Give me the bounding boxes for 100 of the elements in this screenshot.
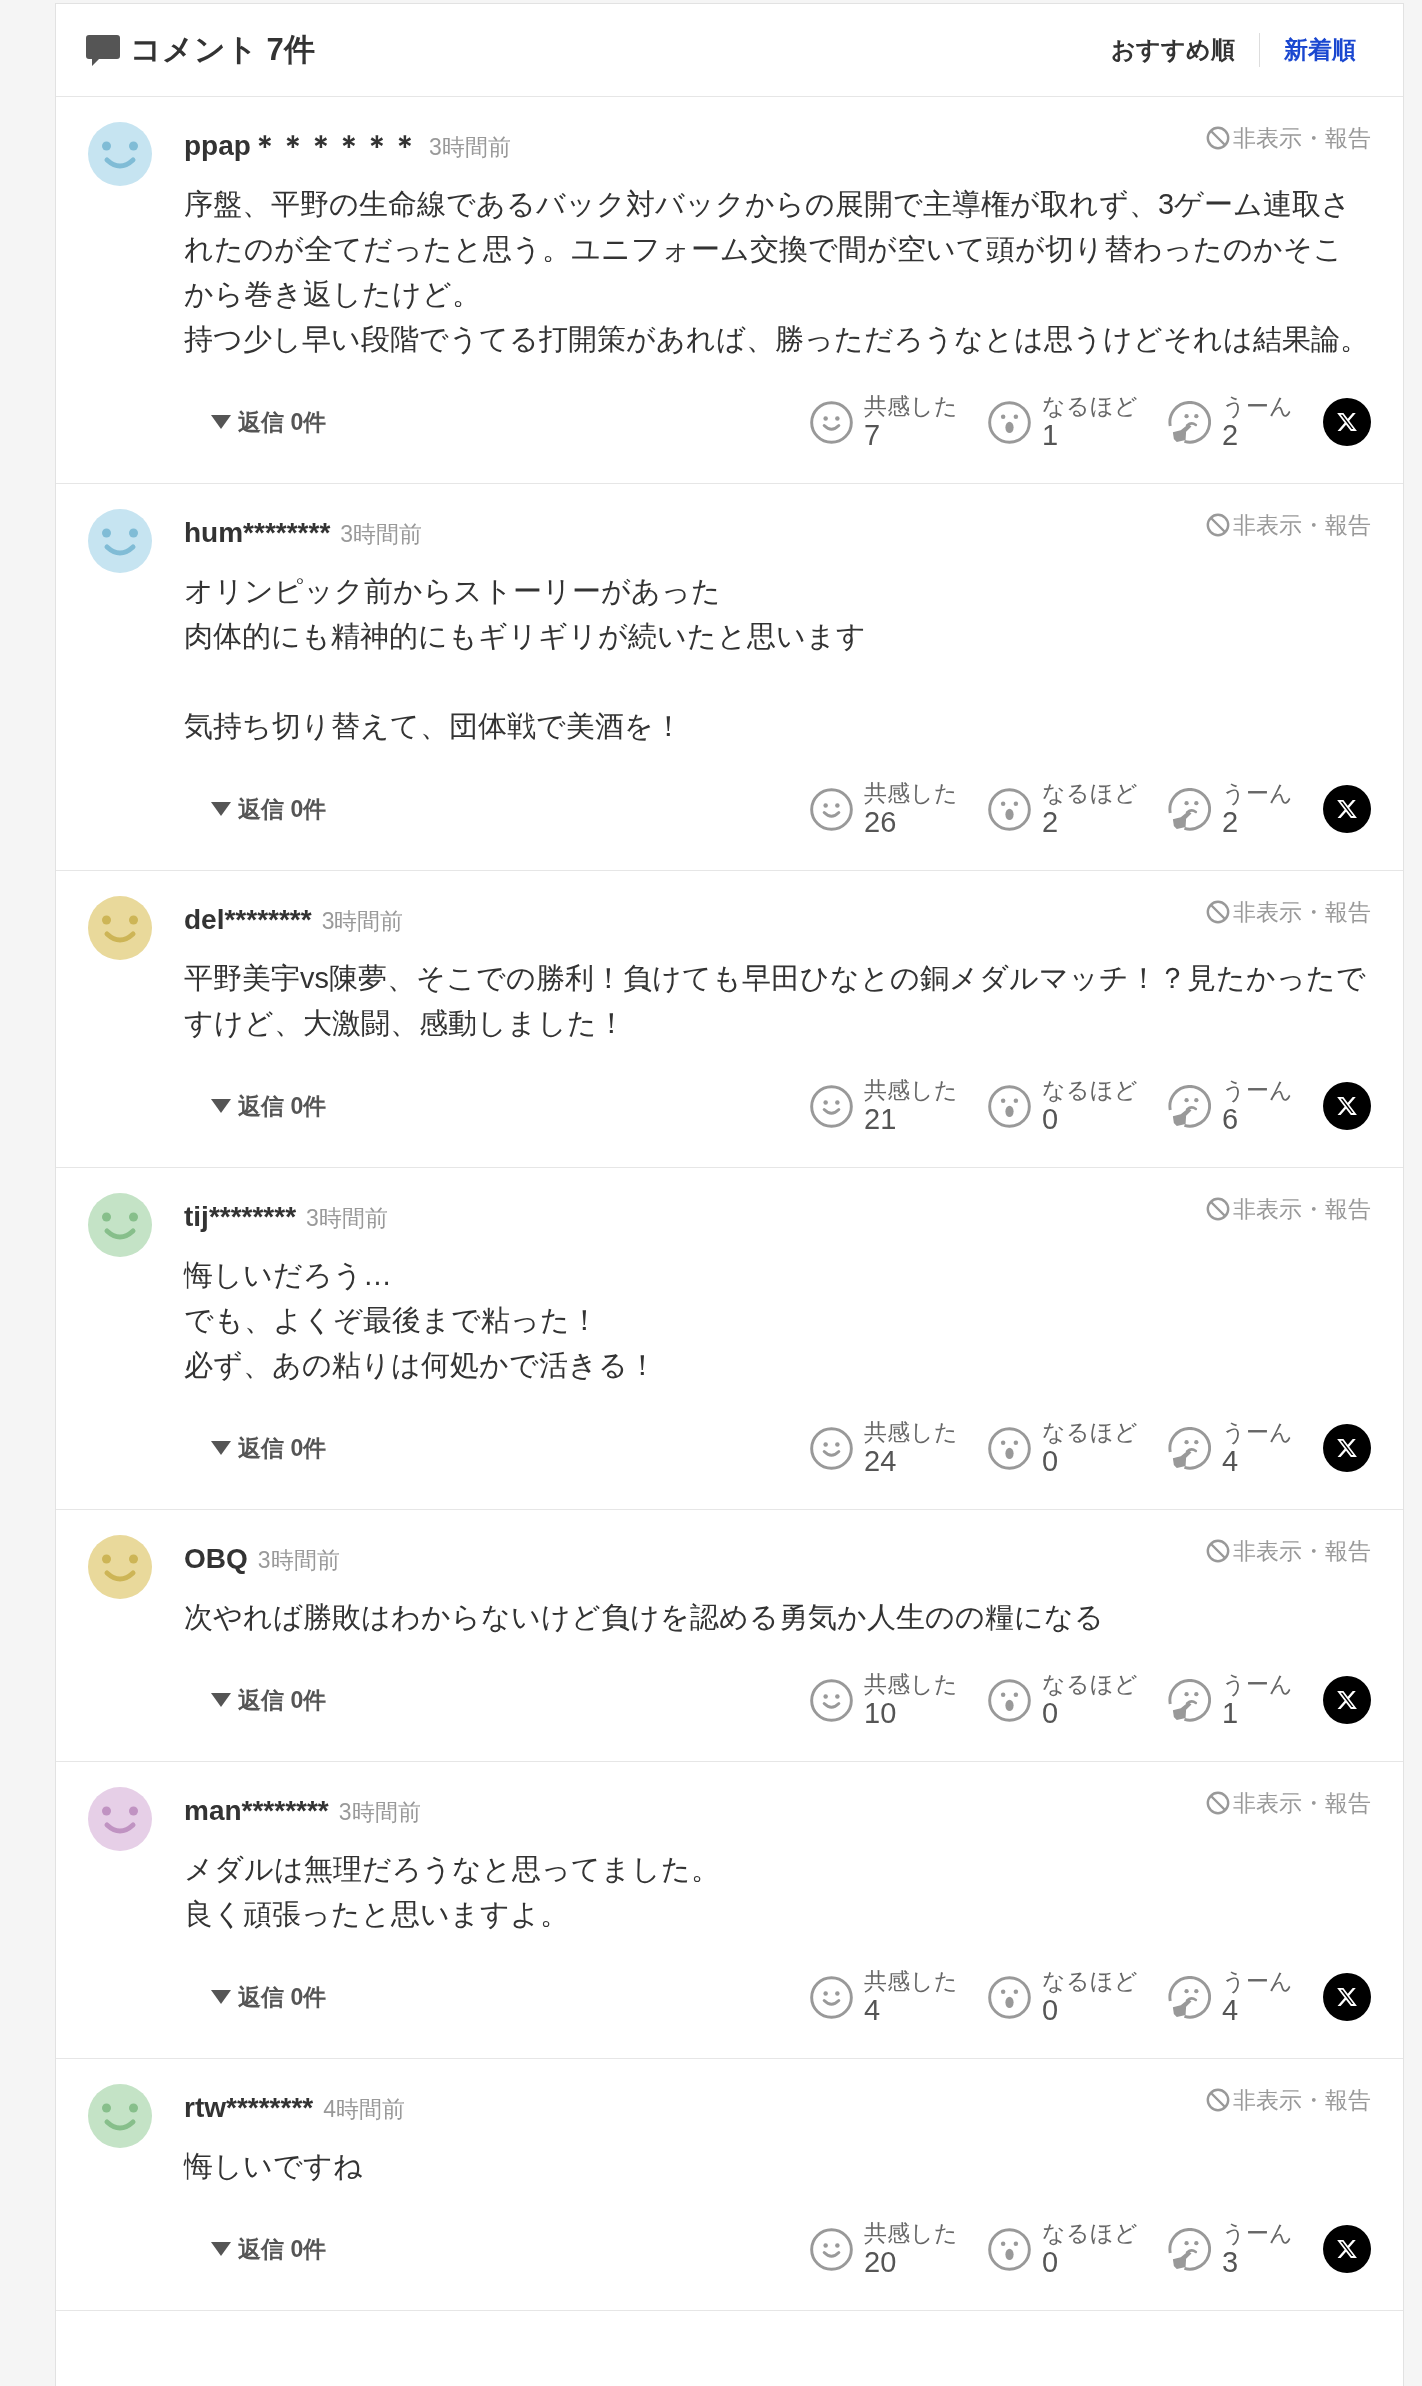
reaction-button[interactable]: うーん 2 — [1168, 393, 1293, 451]
surprised-face-icon — [988, 1426, 1031, 1470]
reaction-button[interactable]: 共感した 24 — [810, 1419, 958, 1477]
sort-tab[interactable]: おすすめ順 — [1087, 32, 1259, 68]
thinking-face-icon — [1168, 2227, 1211, 2271]
thinking-face-icon — [1168, 1678, 1211, 1722]
reaction-button[interactable]: うーん 2 — [1168, 780, 1293, 838]
share-button[interactable] — [1323, 785, 1371, 833]
replies-toggle[interactable]: 返信 0件 — [211, 2231, 327, 2267]
prohibited-icon — [1206, 513, 1230, 537]
smiling-face-icon — [810, 1678, 853, 1722]
prohibited-icon — [1206, 1197, 1230, 1221]
reaction-button[interactable]: うーん 6 — [1168, 1077, 1293, 1135]
surprised-face-icon — [988, 1084, 1031, 1128]
thinking-face-icon — [1168, 1084, 1211, 1128]
replies-toggle[interactable]: 返信 0件 — [211, 791, 327, 827]
username: del******** — [184, 906, 312, 934]
timestamp: 4時間前 — [323, 2098, 405, 2121]
comment-text: オリンピック前からストーリーがあった — [184, 574, 722, 609]
thinking-face-icon — [1168, 1975, 1211, 2019]
smiling-face-icon — [810, 1084, 853, 1128]
comment-text: 悔しいだろう… — [184, 1258, 393, 1293]
x-logo-icon — [1336, 2238, 1358, 2260]
x-logo-icon — [1336, 1689, 1358, 1711]
caret-down-icon — [211, 1099, 231, 1113]
username: hum******** — [184, 519, 331, 547]
comment-text: 次やれば勝敗はわからないけど負けを認める勇気か人生のの糧になる — [184, 1600, 1105, 1635]
reaction-button[interactable]: 共感した 4 — [810, 1968, 958, 2026]
surprised-face-icon — [988, 2227, 1031, 2271]
username: ppap＊＊＊＊＊＊ — [184, 132, 419, 160]
share-button[interactable] — [1323, 2225, 1371, 2273]
share-button[interactable] — [1323, 1973, 1371, 2021]
share-button[interactable] — [1323, 1676, 1371, 1724]
surprised-face-icon — [988, 400, 1031, 444]
surprised-face-icon — [988, 787, 1031, 831]
caret-down-icon — [211, 415, 231, 429]
reaction-button[interactable]: 共感した 10 — [810, 1671, 958, 1729]
caret-down-icon — [211, 2242, 231, 2256]
comment-text: でも、よくぞ最後まで粘った！ — [184, 1303, 600, 1338]
x-logo-icon — [1336, 798, 1358, 820]
share-button[interactable] — [1323, 1424, 1371, 1472]
timestamp: 3時間前 — [321, 910, 404, 933]
timestamp: 3時間前 — [257, 1549, 340, 1572]
smiling-face-icon — [810, 2227, 853, 2271]
comment-text: 持つ少し早い段階でうてる打開策があれば、勝っただろうなとは思うけどそれは結果論。 — [184, 322, 1370, 357]
replies-toggle[interactable]: 返信 0件 — [211, 404, 327, 440]
x-logo-icon — [1336, 411, 1358, 433]
username: OBQ — [184, 1545, 248, 1573]
reaction-button[interactable]: 共感した 21 — [810, 1077, 958, 1135]
reaction-button[interactable]: なるほど 0 — [988, 1419, 1138, 1477]
reaction-button[interactable]: 共感した 7 — [810, 393, 958, 451]
comment-text: 悔しいですね — [184, 2149, 364, 2184]
reaction-button[interactable]: なるほど 0 — [988, 1077, 1138, 1135]
reaction-button[interactable]: なるほど 0 — [988, 1968, 1138, 2026]
comment-text: 肉体的にも精神的にもギリギリが続いたと思います — [184, 619, 867, 654]
comment-text: 平野美宇vs陳夢、そこでの勝利！負けても早田ひなとの銅メダルマッチ！？見たかったですけど、大激闘、感動しました！ — [184, 961, 1367, 1041]
username: rtw******** — [184, 2094, 314, 2122]
x-logo-icon — [1336, 1986, 1358, 2008]
caret-down-icon — [211, 802, 231, 816]
caret-down-icon — [211, 1990, 231, 2004]
username: man******** — [184, 1797, 329, 1825]
timestamp: 3時間前 — [428, 136, 511, 159]
thinking-face-icon — [1168, 1426, 1211, 1470]
reaction-button[interactable]: 共感した 20 — [810, 2220, 958, 2278]
replies-toggle[interactable]: 返信 0件 — [211, 1682, 327, 1718]
share-button[interactable] — [1323, 1082, 1371, 1130]
reaction-button[interactable]: なるほど 0 — [988, 1671, 1138, 1729]
smiling-face-icon — [810, 400, 853, 444]
x-logo-icon — [1336, 1095, 1358, 1117]
comment-text: メダルは無理だろうなと思ってました。 — [184, 1852, 721, 1887]
replies-toggle[interactable]: 返信 0件 — [211, 1088, 327, 1124]
thinking-face-icon — [1168, 787, 1211, 831]
prohibited-icon — [1206, 900, 1230, 924]
smiling-face-icon — [810, 787, 853, 831]
reaction-button[interactable]: 共感した 26 — [810, 780, 958, 838]
reaction-button[interactable]: うーん 1 — [1168, 1671, 1293, 1729]
replies-toggle[interactable]: 返信 0件 — [211, 1979, 327, 2015]
surprised-face-icon — [988, 1975, 1031, 2019]
surprised-face-icon — [988, 1678, 1031, 1722]
reaction-button[interactable]: なるほど 1 — [988, 393, 1138, 451]
comment-text: 良く頑張ったと思いますよ。 — [184, 1897, 570, 1932]
share-button[interactable] — [1323, 398, 1371, 446]
reaction-button[interactable]: なるほど 2 — [988, 780, 1138, 838]
prohibited-icon — [1206, 2088, 1230, 2112]
thinking-face-icon — [1168, 400, 1211, 444]
replies-toggle[interactable]: 返信 0件 — [211, 1430, 327, 1466]
comment-text: 必ず、あの粘りは何処かで活きる！ — [184, 1348, 658, 1383]
reaction-button[interactable]: なるほど 0 — [988, 2220, 1138, 2278]
prohibited-icon — [1206, 1791, 1230, 1815]
reaction-button[interactable]: うーん 4 — [1168, 1419, 1293, 1477]
x-logo-icon — [1336, 1437, 1358, 1459]
reaction-button[interactable]: うーん 3 — [1168, 2220, 1293, 2278]
comment-text: 気持ち切り替えて、団体戦で美酒を！ — [184, 709, 684, 744]
reaction-button[interactable]: うーん 4 — [1168, 1968, 1293, 2026]
smiling-face-icon — [810, 1426, 853, 1470]
caret-down-icon — [211, 1441, 231, 1455]
sort-tab[interactable]: 新着順 — [1260, 32, 1380, 68]
comment-text: 序盤、平野の生命線であるバック対バックからの展開で主導権が取れず、3ゲーム連取されたのが全てだったと思う。ユニフォーム交換で間が空いて頭が切り替わったのかそこから巻き返したけど。 — [184, 187, 1353, 312]
comments-title: コメント 7件 — [130, 30, 315, 69]
prohibited-icon — [1206, 1539, 1230, 1563]
